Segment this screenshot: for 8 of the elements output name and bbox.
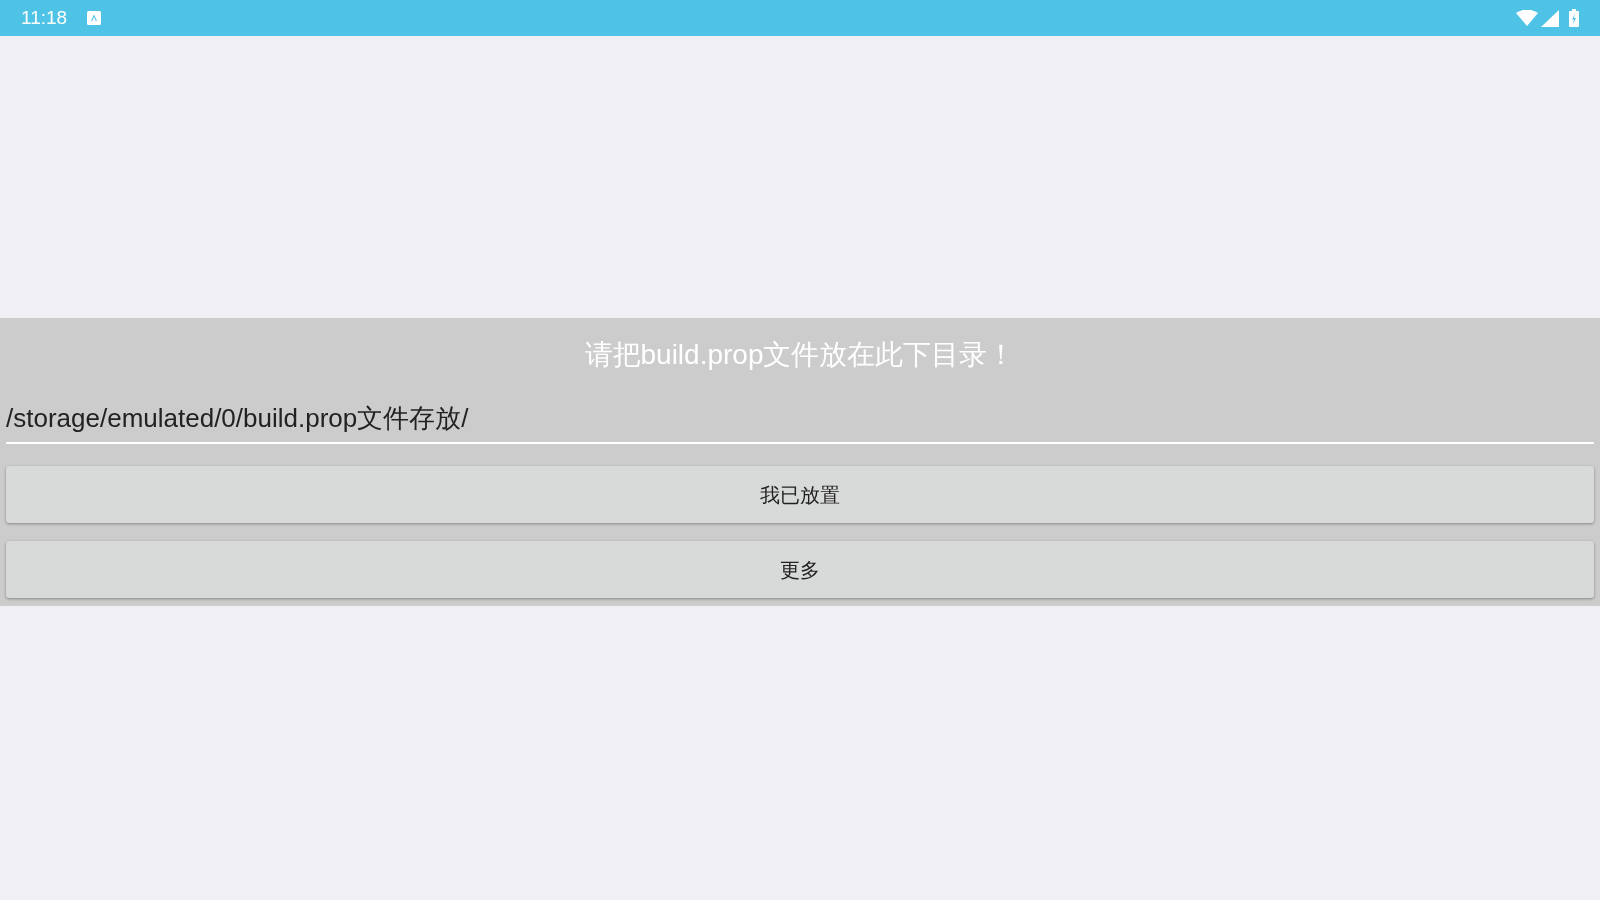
notification-icon xyxy=(87,11,102,25)
clock: 11:18 xyxy=(21,5,68,30)
dialog-button[interactable]: 更多 xyxy=(6,541,1594,598)
signal-icon xyxy=(1541,9,1559,27)
dialog-button[interactable]: 我已放置 xyxy=(6,466,1594,523)
battery-icon xyxy=(1569,9,1579,27)
path-input-field[interactable]: /storage/emulated/0/build.prop文件存放/ xyxy=(6,394,1594,444)
wifi-icon xyxy=(1516,10,1538,26)
